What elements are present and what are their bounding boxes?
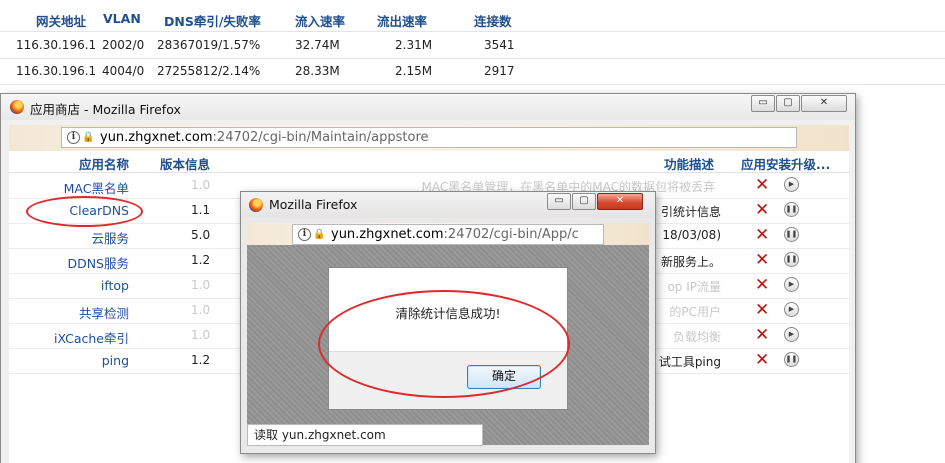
col-inbound: 流入速率	[295, 14, 346, 29]
app-name-link[interactable]: DDNS服务	[67, 253, 129, 272]
app-description: 试工具ping	[658, 355, 721, 369]
cell-inbound: 28.33M	[295, 64, 340, 78]
pause-icon[interactable]: ❚❚	[784, 202, 799, 217]
cell-vlan: 2002/0	[102, 38, 145, 52]
play-icon[interactable]: ▶	[784, 327, 799, 342]
pause-icon[interactable]: ❚❚	[784, 352, 799, 367]
url-text: yun.zhgxnet.com:24702/cgi-bin/App/c	[331, 227, 579, 242]
appstore-titlebar[interactable]: 应用商店 - Mozilla Firefox ▭ ▢ ✕	[1, 94, 855, 120]
app-version: 1.0	[191, 178, 211, 192]
cell-connections: 3541	[484, 38, 515, 52]
cell-vlan: 4004/0	[102, 64, 145, 78]
dialog-title: Mozilla Firefox	[269, 197, 358, 212]
app-description: 的PC用户	[669, 305, 721, 319]
app-version: 1.2	[191, 353, 211, 367]
firefox-icon	[10, 100, 24, 114]
app-name-link[interactable]: iXCache牵引	[54, 328, 129, 347]
col-dns-failure: DNS牵引/失败率	[164, 14, 261, 29]
close-button[interactable]: ✕	[801, 95, 847, 112]
appstore-title: 应用商店 - Mozilla Firefox	[30, 102, 181, 117]
app-version: 1.0	[191, 278, 211, 292]
app-version: 1.2	[191, 253, 211, 267]
app-name-link[interactable]: MAC黑名单	[64, 178, 129, 197]
url-bar[interactable]: i yun.zhgxnet.com:24702/cgi-bin/App/c	[292, 224, 604, 245]
app-name-link[interactable]: 云服务	[91, 228, 129, 247]
info-icon[interactable]: i	[67, 131, 80, 144]
play-icon[interactable]: ▶	[784, 277, 799, 292]
cell-dns: 27255812/2.14%	[157, 64, 261, 78]
gateway-table-header: 网关地址 VLAN DNS牵引/失败率 流入速率 流出速率 连接数	[0, 6, 945, 32]
status-bar: 读取 yun.zhgxnet.com	[247, 424, 483, 446]
info-icon[interactable]: i	[298, 228, 311, 241]
annotation-ring-cleardns	[26, 196, 143, 227]
pause-icon[interactable]: ❚❚	[784, 252, 799, 267]
dialog-titlebar[interactable]: Mozilla Firefox ▭ ▢ ✕	[241, 192, 655, 218]
app-name-link[interactable]: ping	[102, 353, 129, 368]
remove-icon[interactable]: ✕	[755, 326, 769, 344]
minimize-button[interactable]: ▭	[751, 95, 775, 112]
table-row: 116.30.196.1 2002/0 28367019/1.57% 32.74…	[0, 33, 945, 59]
col-description: 功能描述	[664, 157, 715, 172]
dialog-navbar: i yun.zhgxnet.com:24702/cgi-bin/App/c	[247, 223, 649, 247]
table-row: 116.30.196.1 4004/0 27255812/2.14% 28.33…	[0, 59, 945, 85]
cell-inbound: 32.74M	[295, 38, 340, 52]
remove-icon[interactable]: ✕	[755, 251, 769, 269]
app-description: op IP流量	[667, 280, 721, 294]
remove-icon[interactable]: ✕	[755, 226, 769, 244]
app-version: 1.0	[191, 328, 211, 342]
app-description: 负载均衡	[672, 330, 721, 344]
col-outbound: 流出速率	[377, 14, 428, 29]
col-version: 版本信息	[160, 157, 211, 172]
close-button[interactable]: ✕	[597, 193, 643, 210]
app-version: 5.0	[191, 228, 211, 242]
remove-icon[interactable]: ✕	[755, 351, 769, 369]
cell-dns: 28367019/1.57%	[157, 38, 261, 52]
cell-outbound: 2.31M	[395, 38, 433, 52]
lock-warning-icon	[82, 131, 96, 144]
remove-icon[interactable]: ✕	[755, 201, 769, 219]
minimize-button[interactable]: ▭	[547, 193, 571, 210]
remove-icon[interactable]: ✕	[755, 276, 769, 294]
play-icon[interactable]: ▶	[784, 177, 799, 192]
maximize-button[interactable]: ▢	[572, 193, 596, 210]
app-description: 引统计信息	[660, 205, 721, 219]
url-bar[interactable]: i yun.zhgxnet.com:24702/cgi-bin/Maintain…	[61, 127, 797, 148]
col-install: 应用安装升级...	[741, 157, 831, 172]
maximize-button[interactable]: ▢	[776, 95, 800, 112]
remove-icon[interactable]: ✕	[755, 301, 769, 319]
app-name-link[interactable]: iftop	[101, 278, 129, 293]
app-version: 1.0	[191, 303, 211, 317]
col-app-name: 应用名称	[79, 157, 130, 172]
app-description: 新服务上。	[660, 255, 721, 269]
navbar: i yun.zhgxnet.com:24702/cgi-bin/Maintain…	[9, 125, 849, 151]
cell-gateway: 116.30.196.1	[16, 64, 97, 78]
play-icon[interactable]: ▶	[784, 302, 799, 317]
apps-table-header: 应用名称 版本信息 功能描述 应用安装升级...	[9, 151, 849, 173]
pause-icon[interactable]: ❚❚	[784, 227, 799, 242]
firefox-icon	[249, 198, 263, 212]
col-gateway-address: 网关地址	[36, 14, 87, 29]
cell-outbound: 2.15M	[395, 64, 433, 78]
url-text: yun.zhgxnet.com:24702/cgi-bin/Maintain/a…	[100, 130, 429, 145]
cell-gateway: 116.30.196.1	[16, 38, 97, 52]
app-description: 18/03/08)	[662, 228, 721, 242]
app-name-link[interactable]: 共享检测	[79, 303, 129, 322]
lock-warning-icon	[313, 228, 327, 241]
cell-connections: 2917	[484, 64, 515, 78]
col-vlan: VLAN	[103, 11, 141, 26]
col-connections: 连接数	[474, 14, 512, 29]
annotation-ring-alert	[318, 290, 570, 398]
remove-icon[interactable]: ✕	[755, 176, 769, 194]
app-version: 1.1	[191, 203, 211, 217]
